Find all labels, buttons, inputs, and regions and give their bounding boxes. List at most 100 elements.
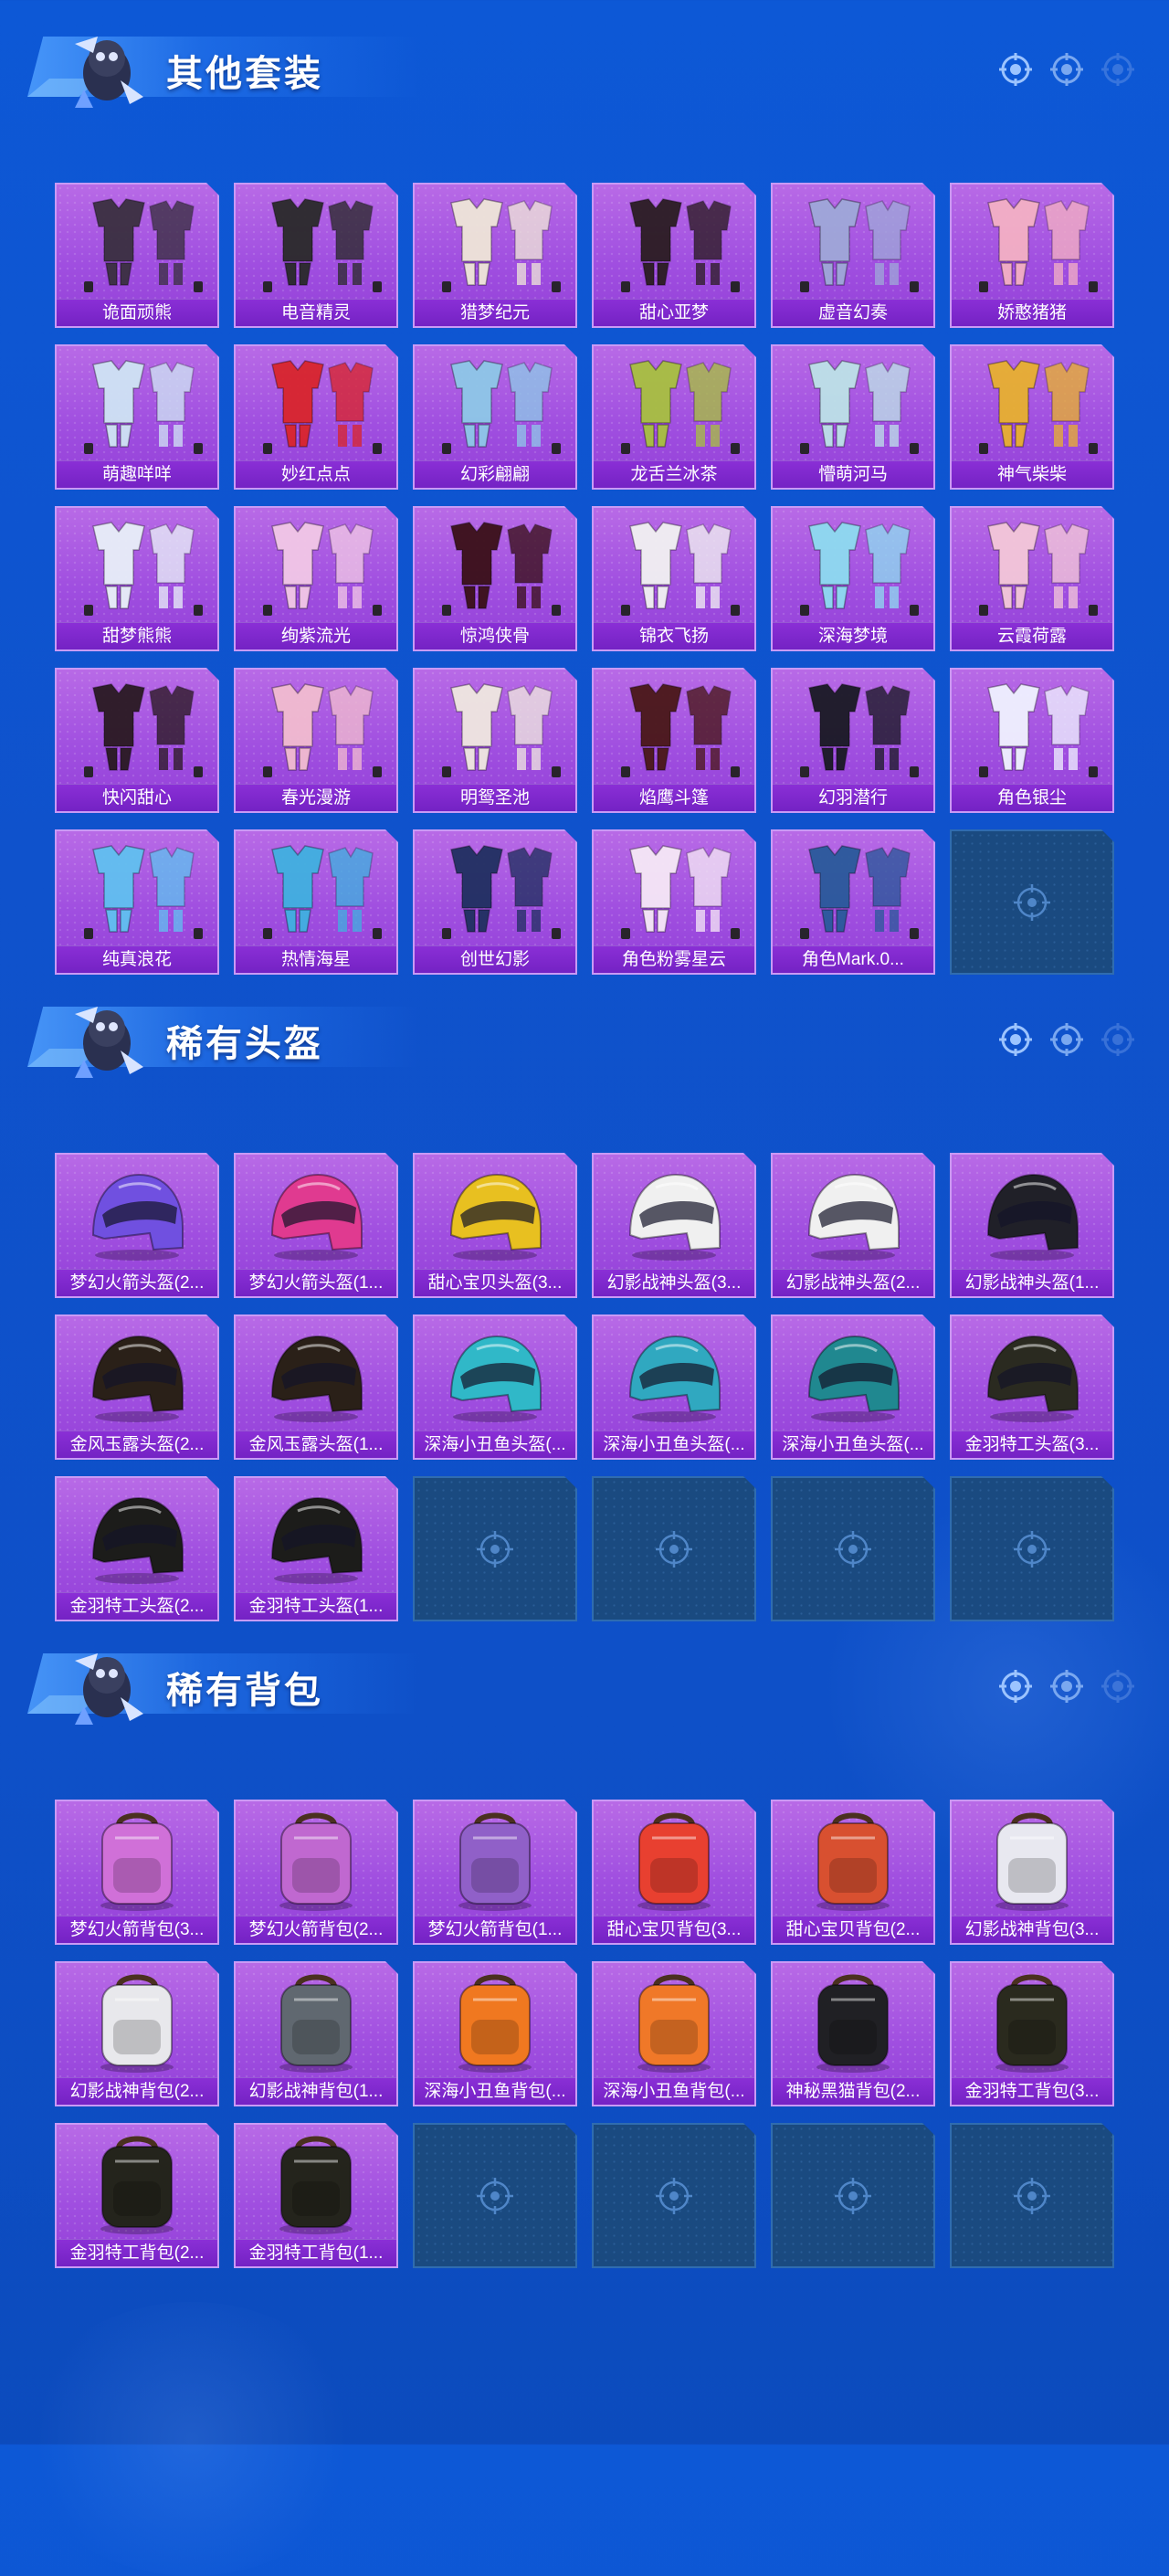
backpack-item-card[interactable]: 甜心宝贝背包(3... (592, 1800, 756, 1945)
outfit-item-card[interactable]: 幻彩翩翩 (413, 344, 577, 490)
section-rare-backpacks: 稀有背包 梦幻火箭背包(3... 梦幻火箭背包(2... 梦幻火箭背包(1... 甜心… (0, 1617, 1169, 1726)
helmet-item-card[interactable]: 梦幻火箭头盔(1... (234, 1153, 398, 1298)
helmet-item-card[interactable]: 幻影战神头盔(1... (950, 1153, 1114, 1298)
outfit-thumbnail-icon (782, 190, 924, 298)
helmet-item-card[interactable]: 金羽特工头盔(3... (950, 1314, 1114, 1460)
decorative-target-icons (997, 1021, 1136, 1058)
item-name-label: 幻影战神头盔(2... (773, 1269, 933, 1296)
outfit-item-card[interactable]: 懵萌河马 (771, 344, 935, 490)
outfit-item-card[interactable]: 纯真浪花 (55, 829, 219, 975)
section-title: 稀有背包 (166, 1671, 323, 1711)
item-name-label: 梦幻火箭头盔(1... (236, 1269, 396, 1296)
outfit-thumbnail-icon (66, 352, 208, 459)
crosshair-icon (999, 53, 1032, 86)
outfit-item-card[interactable]: 角色Mark.0... (771, 829, 935, 975)
outfit-thumbnail-icon (245, 675, 387, 783)
outfit-item-card[interactable]: 甜梦熊熊 (55, 506, 219, 651)
item-name-label: 云霞荷露 (952, 622, 1112, 649)
outfit-item-card[interactable]: 深海梦境 (771, 506, 935, 651)
backpack-thumbnail-icon (66, 1807, 208, 1915)
item-name-label: 角色粉雾星云 (594, 945, 754, 973)
helmet-item-card[interactable]: 深海小丑鱼头盔(... (592, 1314, 756, 1460)
helmet-thumbnail-icon (782, 1160, 924, 1268)
outfit-item-card[interactable]: 云霞荷露 (950, 506, 1114, 651)
item-name-label: 金羽特工背包(1... (236, 2239, 396, 2266)
outfit-item-card[interactable]: 热情海星 (234, 829, 398, 975)
helmet-thumbnail-icon (245, 1483, 387, 1591)
outfit-thumbnail-icon (782, 675, 924, 783)
helmet-item-card[interactable]: 幻影战神头盔(3... (592, 1153, 756, 1298)
outfit-item-card[interactable]: 虚音幻奏 (771, 183, 935, 328)
item-name-label: 金羽特工背包(3... (952, 2077, 1112, 2105)
item-name-label: 幻影战神背包(1... (236, 2077, 396, 2105)
outfit-thumbnail-icon (66, 513, 208, 621)
backpack-item-card[interactable]: 梦幻火箭背包(2... (234, 1800, 398, 1945)
outfit-item-card[interactable]: 绚紫流光 (234, 506, 398, 651)
outfit-item-card[interactable]: 幻羽潜行 (771, 668, 935, 813)
outfit-item-card[interactable]: 角色粉雾星云 (592, 829, 756, 975)
backpack-thumbnail-icon (961, 1807, 1103, 1915)
backpack-item-card[interactable]: 幻影战神背包(1... (234, 1961, 398, 2106)
backpack-item-card[interactable]: 甜心宝贝背包(2... (771, 1800, 935, 1945)
empty-slot (592, 2123, 756, 2268)
backpack-item-card[interactable]: 梦幻火箭背包(1... (413, 1800, 577, 1945)
section-title: 稀有头盔 (166, 1024, 323, 1064)
helmet-item-card[interactable]: 金羽特工头盔(2... (55, 1476, 219, 1621)
helmet-item-card[interactable]: 金风玉露头盔(2... (55, 1314, 219, 1460)
backpack-item-card[interactable]: 金羽特工背包(1... (234, 2123, 398, 2268)
outfit-item-card[interactable]: 明鸳圣池 (413, 668, 577, 813)
item-name-label: 快闪甜心 (57, 784, 217, 811)
crosshair-icon (474, 1528, 516, 1570)
outfit-thumbnail-icon (961, 190, 1103, 298)
outfit-item-card[interactable]: 神气柴柴 (950, 344, 1114, 490)
empty-slot (950, 829, 1114, 975)
outfit-item-card[interactable]: 惊鸿侠骨 (413, 506, 577, 651)
outfit-item-card[interactable]: 诡面顽熊 (55, 183, 219, 328)
item-name-label: 金风玉露头盔(1... (236, 1431, 396, 1458)
helmet-item-card[interactable]: 金羽特工头盔(1... (234, 1476, 398, 1621)
backpack-item-card[interactable]: 幻影战神背包(3... (950, 1800, 1114, 1945)
backpack-item-card[interactable]: 金羽特工背包(3... (950, 1961, 1114, 2106)
outfit-item-card[interactable]: 萌趣咩咩 (55, 344, 219, 490)
outfit-item-card[interactable]: 甜心亚梦 (592, 183, 756, 328)
helmet-item-card[interactable]: 梦幻火箭头盔(2... (55, 1153, 219, 1298)
backpack-item-card[interactable]: 深海小丑鱼背包(... (592, 1961, 756, 2106)
helmet-item-card[interactable]: 幻影战神头盔(2... (771, 1153, 935, 1298)
crosshair-icon (1050, 1670, 1083, 1703)
item-name-label: 绚紫流光 (236, 622, 396, 649)
outfit-item-card[interactable]: 春光漫游 (234, 668, 398, 813)
item-name-label: 幻影战神背包(2... (57, 2077, 217, 2105)
empty-slot (592, 1476, 756, 1621)
backpack-item-card[interactable]: 金羽特工背包(2... (55, 2123, 219, 2268)
outfit-item-card[interactable]: 快闪甜心 (55, 668, 219, 813)
outfit-item-card[interactable]: 妙红点点 (234, 344, 398, 490)
backpack-item-card[interactable]: 深海小丑鱼背包(... (413, 1961, 577, 2106)
outfit-item-card[interactable]: 猎梦纪元 (413, 183, 577, 328)
helmet-item-card[interactable]: 金风玉露头盔(1... (234, 1314, 398, 1460)
outfit-item-card[interactable]: 角色银尘 (950, 668, 1114, 813)
crosshair-icon (1011, 1528, 1053, 1570)
outfit-item-card[interactable]: 创世幻影 (413, 829, 577, 975)
outfit-item-card[interactable]: 锦衣飞扬 (592, 506, 756, 651)
item-name-label: 深海小丑鱼背包(... (415, 2077, 575, 2105)
outfit-thumbnail-icon (245, 352, 387, 459)
item-name-label: 春光漫游 (236, 784, 396, 811)
section-header: 稀有头盔 (0, 970, 1169, 1080)
empty-slot (771, 1476, 935, 1621)
backpack-item-card[interactable]: 梦幻火箭背包(3... (55, 1800, 219, 1945)
backpack-thumbnail-icon (245, 1969, 387, 2076)
outfit-item-card[interactable]: 电音精灵 (234, 183, 398, 328)
outfit-thumbnail-icon (424, 352, 566, 459)
outfit-item-card[interactable]: 焰鹰斗篷 (592, 668, 756, 813)
outfit-thumbnail-icon (424, 513, 566, 621)
outfit-item-card[interactable]: 龙舌兰冰茶 (592, 344, 756, 490)
helmet-item-card[interactable]: 深海小丑鱼头盔(... (771, 1314, 935, 1460)
item-name-label: 幻影战神头盔(1... (952, 1269, 1112, 1296)
item-name-label: 梦幻火箭背包(3... (57, 1916, 217, 1943)
outfit-thumbnail-icon (603, 675, 745, 783)
backpack-item-card[interactable]: 神秘黑猫背包(2... (771, 1961, 935, 2106)
helmet-item-card[interactable]: 深海小丑鱼头盔(... (413, 1314, 577, 1460)
backpack-item-card[interactable]: 幻影战神背包(2... (55, 1961, 219, 2106)
helmet-item-card[interactable]: 甜心宝贝头盔(3... (413, 1153, 577, 1298)
outfit-item-card[interactable]: 娇憨猪猪 (950, 183, 1114, 328)
